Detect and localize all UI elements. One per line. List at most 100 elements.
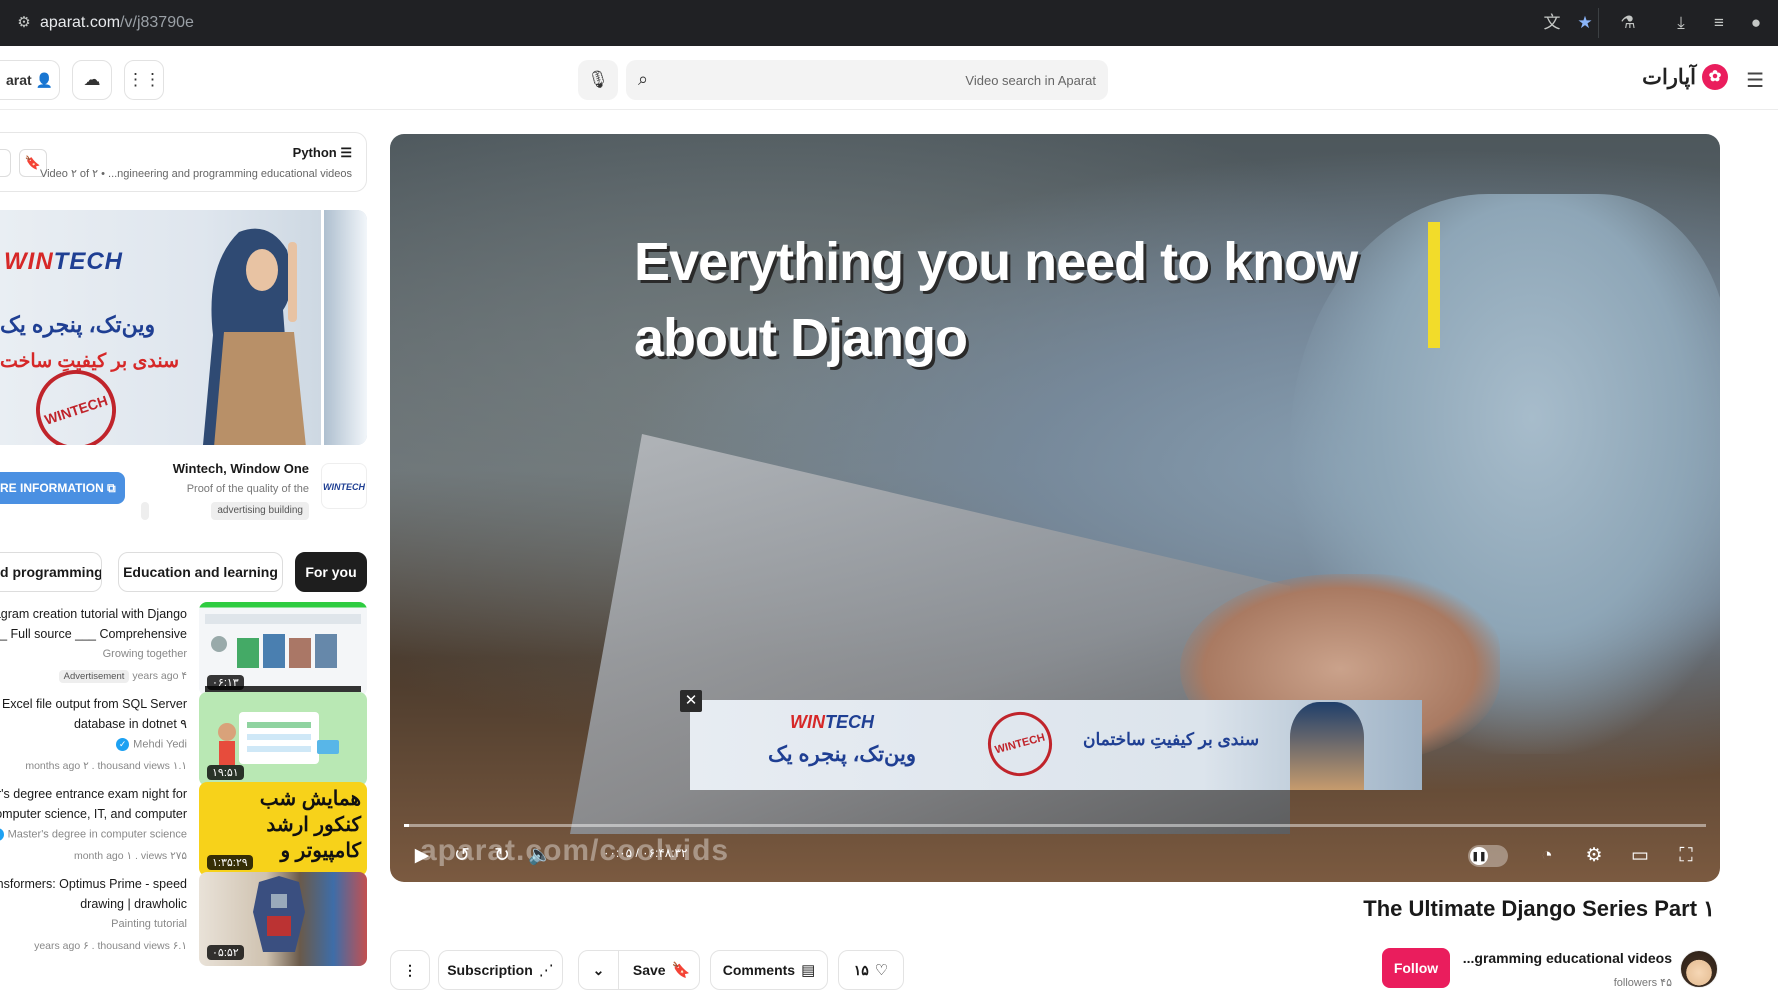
save-button[interactable]: ⌄ Save 🔖 [578,950,700,990]
rewind-10-icon[interactable]: ↺ [448,842,476,870]
video-channel-text: Master's degree in computer science [7,828,187,841]
time-display: ۰۰:۰۵ / ۰۶:۴۸:۳۲ [603,846,688,860]
media-queue-icon[interactable]: ≡ [1708,12,1730,34]
video-title-line1[interactable]: Excel file output from SQL Server [0,694,187,714]
video-duration: ۱۹:۵۱ [207,765,244,780]
playlist-title: Python ☰ [293,145,352,161]
quality-settings-icon[interactable]: ⚙ [1580,842,1608,870]
video-title-line2[interactable]: database in dotnet ۹ [74,714,187,734]
address-bar[interactable]: aparat.com/v/j83790e [40,14,194,32]
chip-education[interactable]: Education and learning [118,552,283,592]
voice-search-icon[interactable]: 🎙 [578,60,618,100]
progress-bar[interactable] [404,824,1706,827]
video-title-line2[interactable]: ___ Full source ___ Comprehensive [0,624,187,644]
more-vertical-icon: ⋮ [403,962,417,978]
aparat-logo[interactable]: ✿ آپارات [1642,64,1728,90]
overlay-title-line1: Everything you need to know [634,232,1358,292]
aparat-logo-icon: ✿ [1702,64,1728,90]
fullscreen-icon[interactable]: ⛶ [1672,842,1700,870]
video-title-line2[interactable]: drawing | drawholic [80,894,187,914]
toolbar-divider [1598,8,1599,38]
autoplay-toggle[interactable]: ❚❚ [1468,845,1508,867]
video-meta: years ago ۶ . thousand views ۶.۱ [34,940,187,952]
profile-icon[interactable]: ● [1745,12,1767,34]
speed-icon[interactable]: ◔ [1533,842,1561,870]
video-thumbnail[interactable]: همایش شب کنکور ارشد کامپیوتر و ۱:۳۵:۲۹ [199,782,367,876]
chevron-down-icon[interactable]: ⌄ [579,951,619,989]
ad-logo[interactable]: WINTECH [321,463,367,509]
video-duration: ۰۵:۵۲ [207,945,244,960]
playlist-card[interactable]: 🔖 Python ☰ Video ۲ of ۲ • ...ngineering … [0,132,367,192]
download-icon[interactable]: ⤓ [1670,12,1692,34]
video-title-line1[interactable]: er's degree entrance exam night for [0,784,187,804]
search-icon[interactable]: ⌕ [638,69,648,90]
video-thumbnail[interactable]: ۱۹:۵۱ [199,692,367,786]
video-thumbnail[interactable]: ۰۵:۵۲ [199,872,367,966]
labs-flask-icon[interactable]: ⚗ [1617,12,1639,34]
browser-toolbar: ⚙ aparat.com/v/j83790e 文 ★ ⚗ ⤓ ≡ ● [0,0,1778,46]
player-overlay-ad[interactable]: ✕ WINTECH وین‌تک، پنجره یک WINTECH سندی … [680,690,1422,790]
upload-icon[interactable]: ☁ [72,60,112,100]
logo-text: آپارات [1642,65,1696,89]
overlay-ad-seal: WINTECH [980,704,1060,784]
list-item[interactable]: ۰۶:۱۳ agram creation tutorial with Djang… [0,602,367,696]
video-channel[interactable]: ✓Master's degree in computer science [0,828,187,841]
url-path: /v/j83790e [120,14,194,31]
playlist-subtitle: Video ۲ of ۲ • ...ngineering and program… [39,168,352,180]
list-item[interactable]: ۰۵:۵۲ ansformers: Optimus Prime - speed … [0,872,367,966]
comments-label: Comments [722,962,796,978]
category-chips: d programming Education and learning For… [0,552,370,592]
save-label: Save [632,962,666,978]
likes-count: ۱۵ [853,962,869,978]
login-button[interactable]: arat 👤 [0,60,60,100]
url-host: aparat.com [40,14,121,31]
bookmark-star-icon[interactable]: ★ [1574,12,1596,34]
translate-icon[interactable]: 文 [1541,12,1563,34]
close-ad-icon[interactable]: ✕ [680,690,702,712]
overlay-ad-line2: سندی بر کیفیتِ ساختمان [1083,730,1260,749]
video-title-line1[interactable]: agram creation tutorial with Django [0,604,187,624]
video-thumbnail[interactable]: ۰۶:۱۳ [199,602,367,696]
menu-icon[interactable]: ☰ [1746,68,1764,93]
site-header: arat 👤 ☁ ⋮⋮ 🎙 ⌕ Video search in Aparat ✿… [0,46,1778,110]
video-title-line1[interactable]: ansformers: Optimus Prime - speed [0,874,187,894]
channel-avatar[interactable] [1680,950,1718,988]
search-input[interactable]: ⌕ Video search in Aparat [626,60,1108,100]
chip-for-you[interactable]: For you [295,552,367,592]
video-player[interactable]: Everything you need to know about Django… [390,134,1720,882]
more-information-button[interactable]: RE INFORMATION ⧉ [0,472,125,504]
comments-button[interactable]: Comments ▤ [710,950,828,990]
subscription-share-button[interactable]: Subscription ⋰ [438,950,563,990]
video-channel[interactable]: Growing together [103,648,187,660]
video-title-line2[interactable]: computer science, IT, and computer [0,804,187,824]
ad-fa-line2: سندی بر کیفیتِ ساخت [0,351,179,372]
list-item[interactable]: ۱۹:۵۱ Excel file output from SQL Server … [0,692,367,786]
overlay-ad-brand-a: WIN [790,712,825,732]
ad-tag-placeholder [141,502,149,520]
sidebar-ad-banner[interactable]: WINTECH وین‌تک، پنجره یک سندی بر کیفیتِ … [0,210,367,445]
apps-grid-icon[interactable]: ⋮⋮ [124,60,164,100]
video-channel[interactable]: Painting tutorial [111,918,187,930]
site-settings-icon[interactable]: ⚙ [14,13,34,33]
playlist-action-button[interactable] [0,149,11,177]
bookmark-icon: 🔖 [671,962,691,979]
video-duration: ۰۶:۱۳ [207,675,244,690]
like-button[interactable]: ۱۵ ♡ [838,950,904,990]
list-item[interactable]: همایش شب کنکور ارشد کامپیوتر و ۱:۳۵:۲۹ e… [0,782,367,876]
thumbnail-text: همایش شب کنکور ارشد کامپیوتر و [260,786,361,864]
forward-10-icon[interactable]: ↻ [488,842,516,870]
more-options-button[interactable]: ⋮ [390,950,430,990]
verified-icon: ✓ [0,828,4,841]
video-channel[interactable]: ✓ Mehdi Yedi [116,738,187,751]
cast-icon[interactable]: ▭ [1626,842,1654,870]
play-icon[interactable]: ▶ [408,842,436,870]
user-icon: 👤 [35,72,53,88]
channel-name[interactable]: ...gramming educational videos [1463,950,1672,966]
video-meta: months ago ۲ . thousand views ۱.۱ [25,760,187,772]
follow-button[interactable]: Follow [1382,948,1450,988]
ad-subtitle: Proof of the quality of the [186,483,309,495]
external-link-icon: ⧉ [107,481,116,495]
chip-programming[interactable]: d programming [0,552,102,592]
login-label: arat [5,72,32,88]
volume-icon[interactable]: 🔈 [526,842,554,870]
